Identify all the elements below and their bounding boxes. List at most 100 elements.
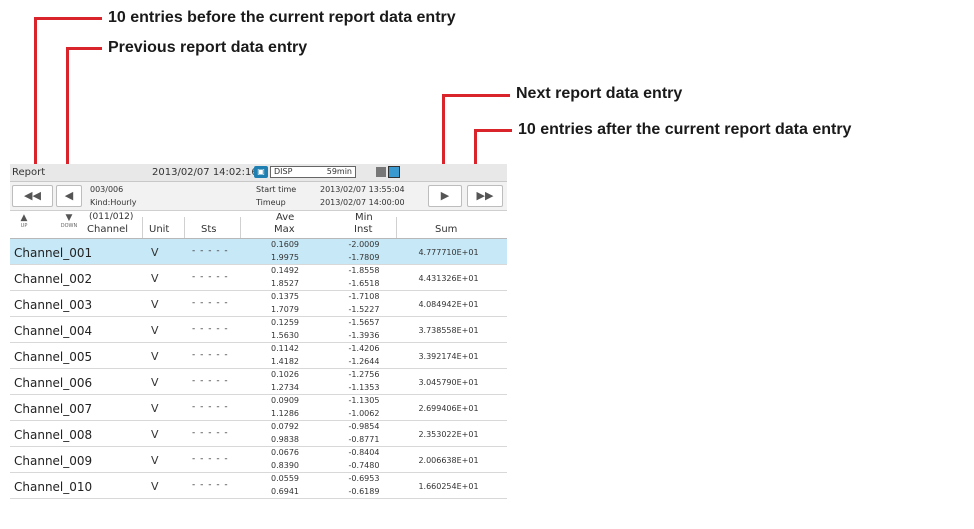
previous-entry-button[interactable]: ◀ <box>56 185 82 207</box>
max-value: 1.4182 <box>271 357 299 366</box>
min-value: -2.0009 <box>348 240 380 249</box>
inst-value: -1.1353 <box>348 383 380 392</box>
ave-value: 0.1492 <box>271 266 299 275</box>
scroll-down-button[interactable]: ▼ DOWN <box>57 213 81 235</box>
status-value: - - - - - <box>192 454 229 464</box>
header-sum: Sum <box>435 224 458 235</box>
unit-value: V <box>151 402 159 415</box>
unit-value: V <box>151 428 159 441</box>
channel-name: Channel_009 <box>14 454 93 468</box>
header-max: Max <box>274 224 295 235</box>
channel-name: Channel_010 <box>14 480 93 494</box>
table-row[interactable]: Channel_010 V - - - - - 0.0559 0.6941 -0… <box>10 473 507 499</box>
header-sts: Sts <box>201 224 217 235</box>
channel-name: Channel_005 <box>14 350 93 364</box>
memory-icon <box>376 167 386 177</box>
channel-name: Channel_003 <box>14 298 93 312</box>
table-row[interactable]: Channel_005 V - - - - - 0.1142 1.4182 -1… <box>10 343 507 369</box>
inst-value: -1.3936 <box>348 331 380 340</box>
ave-value: 0.1026 <box>271 370 299 379</box>
grid-icon <box>388 166 400 178</box>
channel-name: Channel_007 <box>14 402 93 416</box>
min-value: -1.7108 <box>348 292 380 301</box>
min-value: -1.8558 <box>348 266 380 275</box>
ave-value: 0.1142 <box>271 344 299 353</box>
table-row[interactable]: Channel_008 V - - - - - 0.0792 0.9838 -0… <box>10 421 507 447</box>
divider <box>142 217 143 238</box>
sum-value: 2.699406E+01 <box>418 404 479 413</box>
sum-value: 2.006638E+01 <box>418 456 479 465</box>
sum-value: 3.738558E+01 <box>418 326 479 335</box>
header-channel: Channel <box>87 224 129 235</box>
channel-name: Channel_004 <box>14 324 93 338</box>
table-row[interactable]: Channel_001 V - - - - - 0.1609 1.9975 -2… <box>10 239 507 265</box>
ave-value: 0.1375 <box>271 292 299 301</box>
right-arrow-icon: ▶ <box>440 189 450 202</box>
table-row[interactable]: Channel_003 V - - - - - 0.1375 1.7079 -1… <box>10 291 507 317</box>
status-value: - - - - - <box>192 480 229 490</box>
display-icon: ▣ <box>254 166 268 178</box>
table-row[interactable]: Channel_002 V - - - - - 0.1492 1.8527 -1… <box>10 265 507 291</box>
up-arrow-icon: ▲ <box>20 213 28 223</box>
unit-value: V <box>151 298 159 311</box>
status-value: - - - - - <box>192 350 229 360</box>
header-unit: Unit <box>149 224 170 235</box>
ave-value: 0.0559 <box>271 474 299 483</box>
status-value: - - - - - <box>192 324 229 334</box>
status-value: - - - - - <box>192 376 229 386</box>
inst-value: -0.8771 <box>348 435 380 444</box>
sum-value: 3.392174E+01 <box>418 352 479 361</box>
ten-entries-before-button[interactable]: ◀◀ <box>12 185 53 207</box>
ave-value: 0.1609 <box>271 240 299 249</box>
timeup-value: 2013/02/07 14:00:00 <box>320 198 405 207</box>
status-bar: Report 2013/02/07 14:02:16 ▣ DISP 59min <box>10 164 507 182</box>
status-value: - - - - - <box>192 272 229 282</box>
max-value: 0.8390 <box>271 461 299 470</box>
table-row[interactable]: Channel_007 V - - - - - 0.0909 1.1286 -1… <box>10 395 507 421</box>
inst-value: -1.0062 <box>348 409 380 418</box>
table-row[interactable]: Channel_004 V - - - - - 0.1259 1.5630 -1… <box>10 317 507 343</box>
header-min: Min <box>355 212 373 223</box>
min-value: -0.6953 <box>348 474 380 483</box>
ten-entries-after-button[interactable]: ▶▶ <box>467 185 503 207</box>
max-value: 0.9838 <box>271 435 299 444</box>
divider <box>184 217 185 238</box>
header-ave: Ave <box>276 212 295 223</box>
report-nav-bar: ◀◀ ◀ 003/006 Kind:Hourly Start time 2013… <box>10 182 507 211</box>
left-arrow-icon: ◀ <box>64 189 74 202</box>
header-inst: Inst <box>354 224 373 235</box>
unit-value: V <box>151 350 159 363</box>
channel-name: Channel_008 <box>14 428 93 442</box>
inst-value: -1.7809 <box>348 253 380 262</box>
up-label: UP <box>20 223 28 229</box>
report-index: 003/006 <box>90 185 124 194</box>
leader-line-ten-after <box>474 129 512 132</box>
sum-value: 2.353022E+01 <box>418 430 479 439</box>
next-entry-button[interactable]: ▶ <box>428 185 462 207</box>
max-value: 1.9975 <box>271 253 299 262</box>
callout-ten-after: 10 entries after the current report data… <box>518 121 852 138</box>
callout-previous: Previous report data entry <box>108 39 308 56</box>
max-value: 0.6941 <box>271 487 299 496</box>
callout-ten-before: 10 entries before the current report dat… <box>108 9 456 26</box>
status-value: - - - - - <box>192 428 229 438</box>
max-value: 1.5630 <box>271 331 299 340</box>
disp-label: DISP <box>274 167 293 176</box>
down-arrow-icon: ▼ <box>65 213 73 223</box>
down-label: DOWN <box>60 223 78 229</box>
ave-value: 0.0909 <box>271 396 299 405</box>
table-row[interactable]: Channel_009 V - - - - - 0.0676 0.8390 -0… <box>10 447 507 473</box>
leader-line-next <box>442 94 510 97</box>
timeup-label: Timeup <box>256 198 286 207</box>
max-value: 1.1286 <box>271 409 299 418</box>
max-value: 1.2734 <box>271 383 299 392</box>
inst-value: -1.5227 <box>348 305 380 314</box>
ave-value: 0.1259 <box>271 318 299 327</box>
ave-value: 0.0676 <box>271 448 299 457</box>
ave-value: 0.0792 <box>271 422 299 431</box>
sum-value: 4.084942E+01 <box>418 300 479 309</box>
scroll-up-button[interactable]: ▲ UP <box>12 213 36 235</box>
table-row[interactable]: Channel_006 V - - - - - 0.1026 1.2734 -1… <box>10 369 507 395</box>
sum-value: 4.431326E+01 <box>418 274 479 283</box>
inst-value: -1.6518 <box>348 279 380 288</box>
